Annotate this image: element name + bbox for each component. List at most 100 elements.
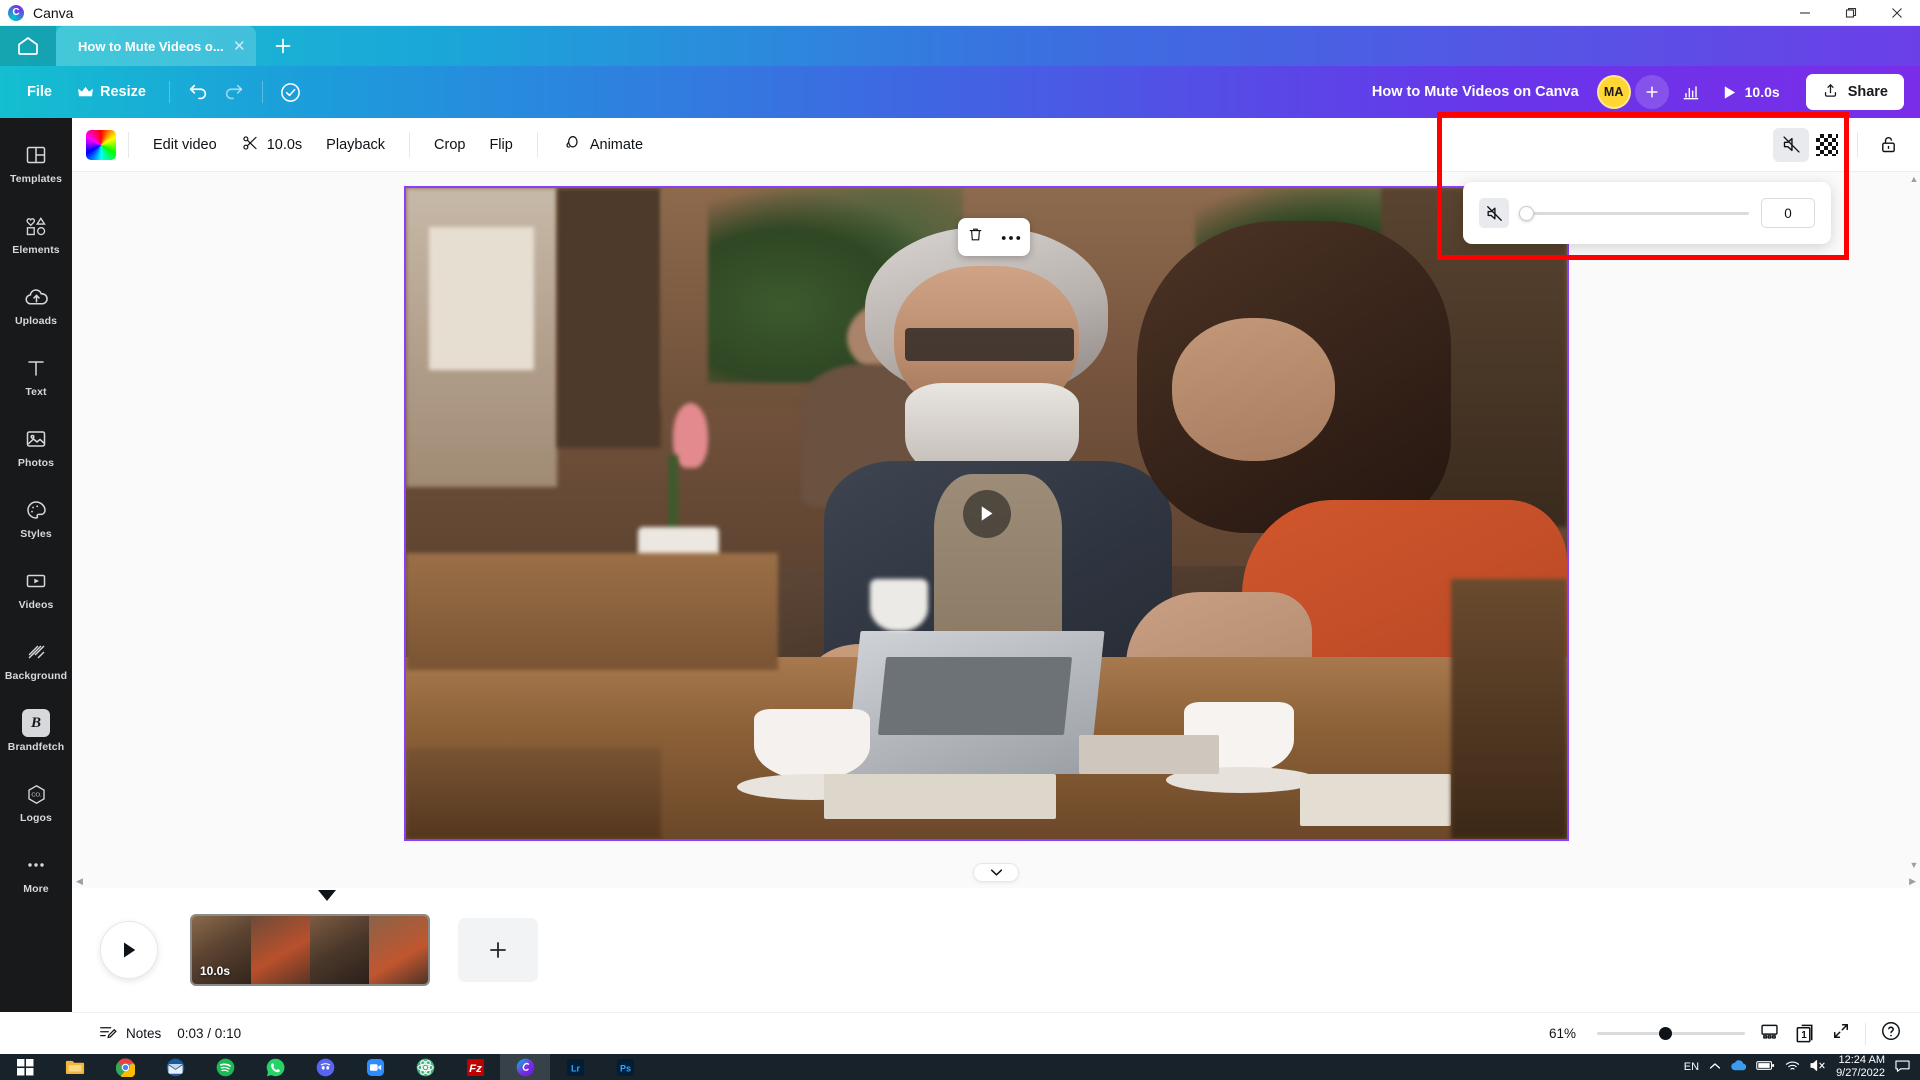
- file-explorer[interactable]: [50, 1054, 100, 1080]
- header-divider-1: [168, 81, 170, 103]
- scroll-down-icon[interactable]: ▼: [1908, 860, 1920, 870]
- home-icon[interactable]: [0, 26, 56, 66]
- trash-icon[interactable]: [967, 226, 984, 248]
- expand-icon[interactable]: [1831, 1021, 1851, 1046]
- lightroom-icon: Lr: [566, 1058, 584, 1076]
- lightroom[interactable]: Lr: [550, 1054, 600, 1080]
- add-page-button[interactable]: [458, 918, 538, 982]
- scroll-left-icon[interactable]: ◀: [76, 876, 83, 887]
- transparency-checker-icon[interactable]: [1809, 128, 1845, 162]
- tray-language[interactable]: EN: [1684, 1061, 1699, 1073]
- color-swatch-icon[interactable]: [86, 129, 116, 160]
- mute-toggle-button[interactable]: [1479, 198, 1509, 228]
- maximize-icon[interactable]: [1828, 0, 1874, 26]
- sidebar-item-videos[interactable]: Videos: [0, 554, 72, 625]
- sidebar-item-uploads[interactable]: Uploads: [0, 270, 72, 341]
- uploads-icon: [24, 284, 49, 310]
- battery-icon[interactable]: [1756, 1060, 1775, 1074]
- sidebar-item-photos[interactable]: Photos: [0, 412, 72, 483]
- sidebar-item-brandfetch[interactable]: B Brandfetch: [0, 696, 72, 767]
- discord[interactable]: [300, 1054, 350, 1080]
- avatar[interactable]: MA: [1596, 75, 1631, 109]
- unlock-icon[interactable]: [1870, 128, 1906, 162]
- document-tab[interactable]: How to Mute Videos o... ✕: [56, 26, 256, 66]
- minimize-icon[interactable]: [1782, 0, 1828, 26]
- volume-mute-icon[interactable]: [1773, 127, 1809, 162]
- scroll-up-icon[interactable]: ▲: [1908, 174, 1920, 184]
- whatsapp-icon: [266, 1058, 284, 1076]
- redo-icon[interactable]: [216, 75, 252, 109]
- pages-icon[interactable]: 1: [1794, 1022, 1817, 1045]
- help-icon[interactable]: [1880, 1020, 1902, 1047]
- filezilla-icon: Fz: [466, 1058, 484, 1076]
- bar-chart-icon[interactable]: [1673, 75, 1709, 109]
- left-sidebar: Templates Elements Uploads Text Photos S…: [0, 118, 72, 1012]
- editor-toolbar: Edit video 10.0s Playback Crop Flip Anim…: [72, 118, 1920, 172]
- discord-icon: [316, 1058, 334, 1076]
- playback-button[interactable]: Playback: [314, 128, 397, 162]
- svg-text:Lr: Lr: [570, 1063, 580, 1073]
- new-tab-button[interactable]: [256, 26, 310, 66]
- sidebar-item-styles[interactable]: Styles: [0, 483, 72, 554]
- zoom[interactable]: [350, 1054, 400, 1080]
- collapse-panel-button[interactable]: [973, 863, 1019, 882]
- chevron-up-icon[interactable]: [1709, 1061, 1721, 1073]
- volume-slider[interactable]: [1519, 205, 1749, 221]
- element-context-toolbar: [958, 218, 1030, 256]
- zoom-slider-handle[interactable]: [1659, 1027, 1672, 1040]
- video-element[interactable]: [404, 186, 1569, 841]
- more-dots-icon[interactable]: [1001, 228, 1021, 246]
- mail-client[interactable]: [150, 1054, 200, 1080]
- atom-editor[interactable]: [400, 1054, 450, 1080]
- sidebar-item-text[interactable]: Text: [0, 341, 72, 412]
- clip-thumbnail: [369, 916, 428, 984]
- filezilla[interactable]: Fz: [450, 1054, 500, 1080]
- close-icon[interactable]: [1874, 0, 1920, 26]
- share-button[interactable]: Share: [1805, 74, 1904, 110]
- cloud-check-icon[interactable]: [273, 75, 309, 109]
- spotify[interactable]: [200, 1054, 250, 1080]
- notes-button[interactable]: Notes: [90, 1019, 169, 1049]
- sidebar-item-label: Elements: [12, 244, 60, 256]
- volume-mute-icon[interactable]: [1810, 1059, 1826, 1075]
- start-button[interactable]: [0, 1054, 50, 1080]
- zoom-slider[interactable]: [1597, 1027, 1745, 1040]
- timeline-clip[interactable]: 10.0s: [190, 914, 430, 986]
- wifi-icon[interactable]: [1785, 1060, 1800, 1075]
- volume-value-input[interactable]: 0: [1761, 198, 1815, 228]
- photoshop[interactable]: Ps: [600, 1054, 650, 1080]
- preview-duration: 10.0s: [1744, 84, 1780, 100]
- scroll-right-icon[interactable]: ▶: [1909, 876, 1916, 887]
- canva[interactable]: [500, 1054, 550, 1080]
- whatsapp[interactable]: [250, 1054, 300, 1080]
- svg-text:Fz: Fz: [469, 1062, 482, 1074]
- file-menu-button[interactable]: File: [14, 75, 65, 109]
- notification-icon[interactable]: [1895, 1059, 1910, 1076]
- playhead-marker[interactable]: [318, 890, 336, 901]
- crop-button[interactable]: Crop: [422, 128, 477, 162]
- onedrive-icon[interactable]: [1731, 1060, 1747, 1074]
- chevron-down-icon: [990, 869, 1002, 876]
- sidebar-item-templates[interactable]: Templates: [0, 128, 72, 199]
- preview-play-button[interactable]: 10.0s: [1713, 75, 1792, 109]
- add-people-button[interactable]: [1634, 75, 1669, 109]
- trim-duration-button[interactable]: 10.0s: [229, 128, 314, 162]
- edit-video-button[interactable]: Edit video: [141, 128, 229, 162]
- video-play-overlay[interactable]: [962, 489, 1011, 538]
- sidebar-item-elements[interactable]: Elements: [0, 199, 72, 270]
- animate-button[interactable]: Animate: [550, 128, 655, 162]
- google-chrome[interactable]: [100, 1054, 150, 1080]
- timeline-play-button[interactable]: [100, 921, 158, 979]
- flip-button[interactable]: Flip: [477, 128, 524, 162]
- sidebar-item-more[interactable]: More: [0, 838, 72, 909]
- resize-button[interactable]: Resize: [65, 75, 159, 109]
- present-icon[interactable]: [1759, 1021, 1780, 1047]
- tray-clock[interactable]: 12:24 AM 9/27/2022: [1836, 1054, 1885, 1079]
- background-icon: [24, 639, 48, 665]
- sidebar-item-logos[interactable]: CO. Logos: [0, 767, 72, 838]
- vertical-scrollbar[interactable]: ▲ ▼: [1908, 172, 1920, 888]
- volume-slider-handle[interactable]: [1519, 205, 1534, 221]
- close-icon[interactable]: ✕: [233, 39, 246, 54]
- sidebar-item-background[interactable]: Background: [0, 625, 72, 696]
- undo-icon[interactable]: [180, 75, 216, 109]
